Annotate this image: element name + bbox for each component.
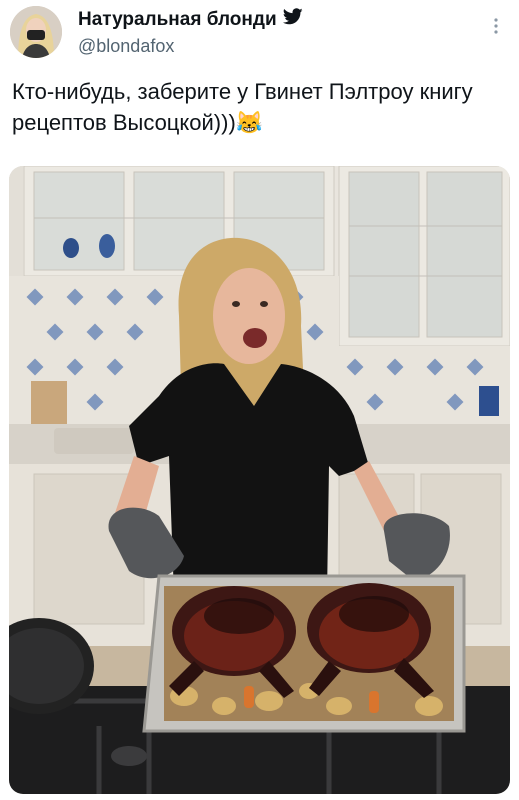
avatar[interactable] <box>10 6 62 58</box>
crying-cat-emoji: 😹 <box>235 110 264 135</box>
display-name-text: Натуральная блонди <box>78 8 277 30</box>
author-names: Натуральная блонди @blondafox <box>78 8 303 57</box>
roasting-pan <box>142 574 466 733</box>
tweet-photo[interactable] <box>9 166 510 794</box>
author-display-name[interactable]: Натуральная блонди <box>78 8 303 31</box>
twitter-bird-icon <box>282 8 303 31</box>
author-handle[interactable]: @blondafox <box>78 36 303 57</box>
tweet-header: Натуральная блонди @blondafox <box>0 0 519 70</box>
more-dots-icon[interactable] <box>487 14 505 38</box>
tweet-text: Кто-нибудь, заберите у Гвинет Пэлтроу кн… <box>12 76 507 138</box>
